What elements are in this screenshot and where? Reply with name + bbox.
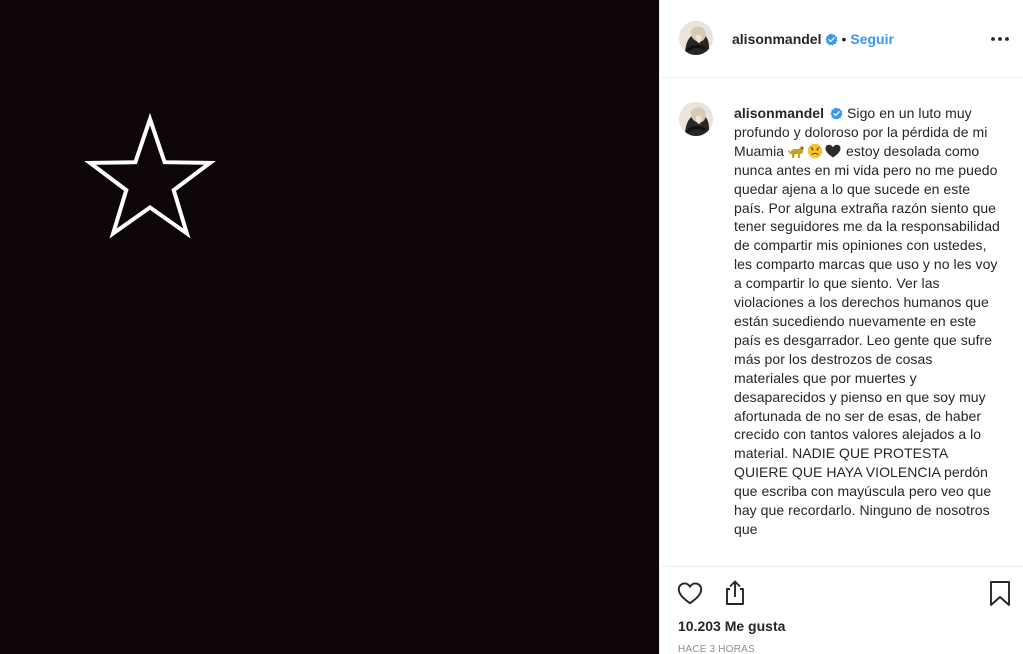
caption-text-rest: estoy desolada como nunca antes en mi vi… <box>734 142 1000 537</box>
post-header: alisonmandel • Seguir <box>660 0 1023 78</box>
avatar-image <box>679 21 713 55</box>
avatar-image <box>679 102 713 136</box>
avatar[interactable] <box>679 21 713 55</box>
sad-face-emoji <box>807 143 823 159</box>
instagram-post-view: alisonmandel • Seguir alisonmandel Sigo en… <box>0 0 1023 654</box>
heart-icon[interactable] <box>676 579 704 607</box>
header-user-line: alisonmandel • Seguir <box>732 29 894 49</box>
separator-dot: • <box>841 31 847 47</box>
dog-emoji <box>788 145 805 158</box>
verified-badge-icon <box>830 107 843 120</box>
caption-username[interactable]: alisonmandel <box>734 105 824 121</box>
post-side-panel: alisonmandel • Seguir alisonmandel Sigo en… <box>659 0 1023 654</box>
bookmark-icon[interactable] <box>986 579 1014 607</box>
header-username[interactable]: alisonmandel <box>732 31 821 47</box>
share-icon[interactable] <box>721 579 749 607</box>
follow-button[interactable]: Seguir <box>850 31 894 47</box>
star-outline-icon <box>84 113 216 239</box>
post-caption: alisonmandel Sigo en un luto muy profund… <box>734 104 1000 539</box>
post-image[interactable] <box>0 0 659 654</box>
comments-area[interactable]: alisonmandel Sigo en un luto muy profund… <box>660 78 1023 566</box>
avatar[interactable] <box>679 102 713 136</box>
black-heart-emoji <box>825 144 841 158</box>
more-options-icon[interactable] <box>988 28 1012 50</box>
verified-badge-icon <box>825 33 839 46</box>
post-actions-bar: 10.203 Me gusta HACE 3 HORAS <box>660 566 1023 654</box>
likes-count[interactable]: 10.203 Me gusta <box>678 618 785 634</box>
post-timestamp[interactable]: HACE 3 HORAS <box>678 644 755 654</box>
